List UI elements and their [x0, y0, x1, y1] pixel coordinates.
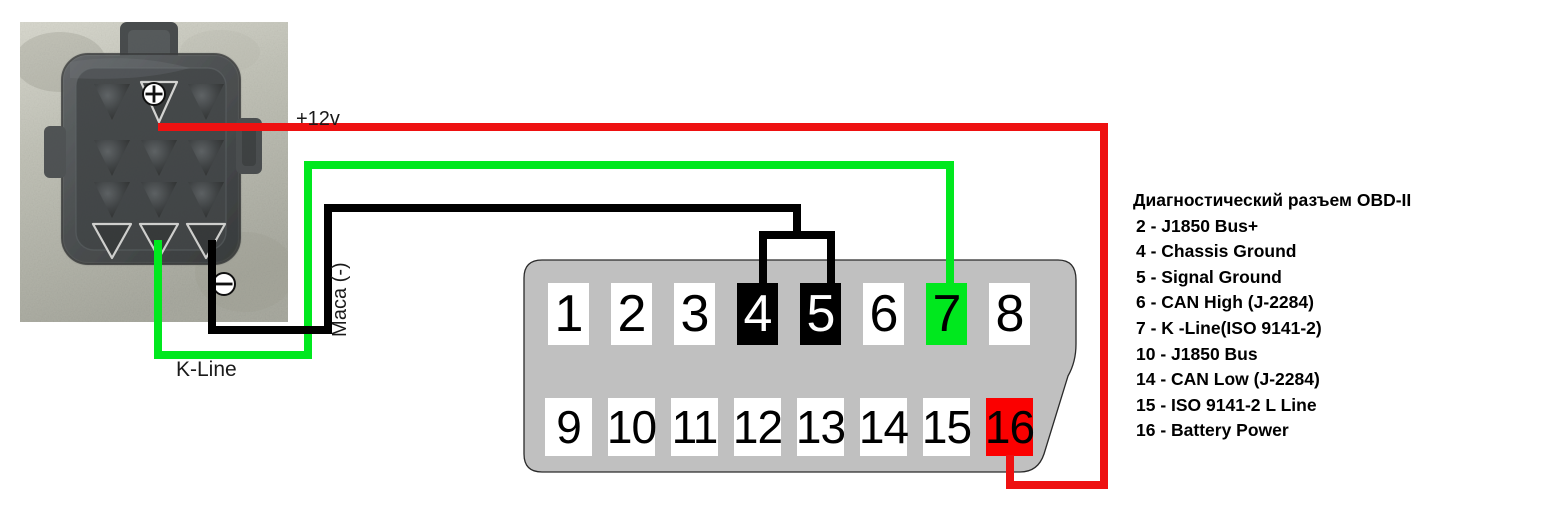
obd-pin-7[interactable]: 7	[926, 283, 967, 345]
obd-pin-5[interactable]: 5	[800, 283, 841, 345]
obd-pin-13[interactable]: 13	[796, 398, 846, 456]
obd-pin-15[interactable]: 15	[922, 398, 972, 456]
legend-row-7: 7 - K -Line(ISO 9141-2)	[1136, 317, 1322, 338]
obd-pin-2[interactable]: 2	[611, 283, 652, 345]
obd-pin-1[interactable]: 1	[548, 283, 589, 345]
obd-pin-10[interactable]: 10	[607, 398, 657, 456]
obd-pin-12[interactable]: 12	[733, 398, 783, 456]
legend-row-6: 6 - CAN High (J-2284)	[1136, 292, 1314, 313]
socket-photo-graphic	[20, 22, 288, 322]
legend-row-16: 16 - Battery Power	[1136, 420, 1289, 441]
obd-pin-14[interactable]: 14	[859, 398, 909, 456]
obd-pin-11[interactable]: 11	[671, 398, 718, 456]
legend-row-5: 5 - Signal Ground	[1136, 266, 1282, 287]
label-power-12v: +12v	[296, 108, 340, 130]
vehicle-socket-photo	[20, 22, 288, 322]
legend-row-10: 10 - J1850 Bus	[1136, 343, 1258, 364]
label-kline: K-Line	[176, 358, 237, 381]
plus-polarity-icon	[142, 82, 166, 106]
label-ground-masa: Маса (-)	[329, 262, 351, 337]
legend-row-4: 4 - Chassis Ground	[1136, 241, 1297, 262]
obd-pin-9[interactable]: 9	[545, 398, 592, 456]
legend-panel: Диагностический разъем OBD-II 2 - J1850 …	[1133, 188, 1411, 444]
obd-pin-16[interactable]: 16	[985, 398, 1035, 456]
obd-pin-4[interactable]: 4	[737, 283, 778, 345]
obd-connector: 1 2 3 4 5 6 7 8 9 10 11 12 13 14 15 16	[520, 258, 1080, 483]
legend-title: Диагностический разъем OBD-II	[1133, 190, 1412, 210]
minus-polarity-icon	[212, 272, 236, 296]
legend-row-2: 2 - J1850 Bus+	[1136, 215, 1259, 236]
obd-pin-8[interactable]: 8	[989, 283, 1030, 345]
diagram-canvas: 1 2 3 4 5 6 7 8 9 10 11 12 13 14 15 16 +…	[0, 0, 1553, 507]
obd-pin-6[interactable]: 6	[863, 283, 904, 345]
legend-row-14: 14 - CAN Low (J-2284)	[1136, 369, 1320, 390]
obd-pin-3[interactable]: 3	[674, 283, 715, 345]
legend-row-15: 15 - ISO 9141-2 L Line	[1136, 394, 1317, 415]
